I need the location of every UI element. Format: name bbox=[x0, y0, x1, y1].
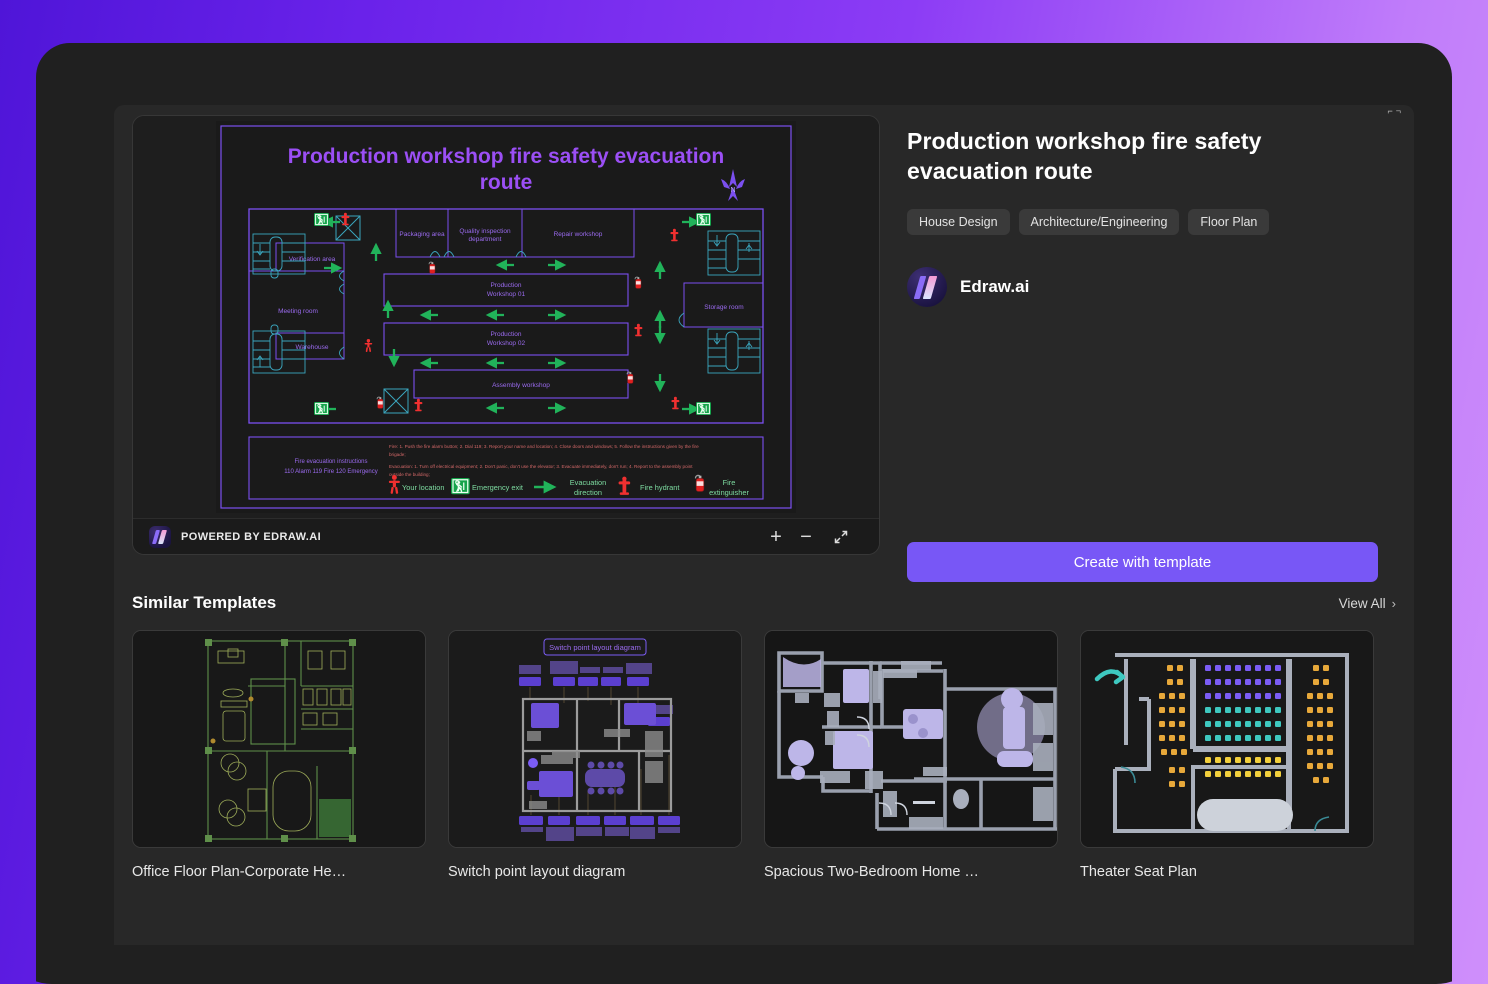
create-with-template-button[interactable]: Create with template bbox=[907, 542, 1378, 582]
author-name: Edraw.ai bbox=[960, 276, 1030, 296]
template-card-caption: Theater Seat Plan bbox=[1080, 864, 1197, 880]
similar-templates-grid: Office Floor Plan-Corporate He… Switch p… bbox=[132, 630, 1398, 880]
template-card-caption: Office Floor Plan-Corporate He… bbox=[132, 864, 347, 880]
svg-text:Verification area: Verification area bbox=[289, 256, 336, 263]
svg-text:Assembly workshop: Assembly workshop bbox=[492, 382, 550, 389]
svg-text:Production: Production bbox=[490, 331, 521, 338]
switch-point-layout-thumb: Switch point layout diagram bbox=[448, 630, 742, 848]
similar-templates-title: Similar Templates bbox=[132, 593, 277, 612]
svg-text:Fire hydrant: Fire hydrant bbox=[640, 483, 679, 492]
svg-text:Your location: Your location bbox=[402, 483, 444, 492]
tag-house-design[interactable]: House Design bbox=[907, 208, 1010, 235]
template-info: Production workshop fire safety evacuati… bbox=[907, 127, 1385, 307]
svg-text:brigade;: brigade; bbox=[389, 452, 406, 457]
svg-text:extinguisher: extinguisher bbox=[709, 488, 749, 497]
tag-architecture-engineering[interactable]: Architecture/Engineering bbox=[1018, 208, 1180, 235]
svg-text:Repair workshop: Repair workshop bbox=[554, 231, 603, 238]
svg-text:Packaging area: Packaging area bbox=[399, 231, 445, 238]
avatar bbox=[907, 266, 947, 307]
similar-templates-header: Similar Templates View All › bbox=[132, 593, 1396, 613]
template-card-caption: Spacious Two-Bedroom Home … bbox=[764, 864, 979, 880]
svg-text:Meeting room: Meeting room bbox=[278, 308, 318, 315]
tag-list: House Design Architecture/Engineering Fl… bbox=[907, 208, 1385, 235]
floor-plan-diagram: Production workshop fire safety evacuati… bbox=[216, 121, 796, 513]
svg-text:Emergency exit: Emergency exit bbox=[472, 483, 523, 492]
tag-floor-plan[interactable]: Floor Plan bbox=[1188, 208, 1270, 235]
zoom-in-button[interactable]: + bbox=[761, 527, 791, 547]
svg-text:Storage room: Storage room bbox=[704, 304, 743, 311]
diagram-canvas[interactable]: Production workshop fire safety evacuati… bbox=[133, 116, 879, 518]
svg-text:Production: Production bbox=[490, 282, 521, 289]
zoom-out-button[interactable]: − bbox=[791, 527, 821, 547]
view-all-label: View All bbox=[1338, 595, 1386, 611]
svg-text:Workshop 02: Workshop 02 bbox=[487, 340, 526, 347]
template-card[interactable]: Theater Seat Plan bbox=[1080, 630, 1374, 880]
svg-text:Evacuation: Evacuation bbox=[570, 478, 607, 487]
template-card[interactable]: Switch point layout diagram Switch point… bbox=[448, 630, 742, 880]
template-card[interactable]: Spacious Two-Bedroom Home … bbox=[764, 630, 1058, 880]
page-title: Production workshop fire safety evacuati… bbox=[907, 128, 1262, 184]
theater-seat-plan-thumb bbox=[1080, 630, 1374, 848]
two-bedroom-home-thumb bbox=[764, 630, 1058, 848]
edraw-logo-icon bbox=[149, 525, 171, 548]
svg-text:direction: direction bbox=[574, 488, 602, 497]
svg-text:Fire: 1. Push the fire alarm b: Fire: 1. Push the fire alarm button; 2. … bbox=[389, 444, 699, 449]
viewer-toolbar: POWERED BY EDRAW.AI + − bbox=[133, 518, 879, 554]
page-background: ⌐¬ Production workshop fire safety evacu… bbox=[0, 0, 1488, 984]
fullscreen-icon[interactable] bbox=[833, 529, 863, 545]
floor-plan-svg: Production workshop fire safety evacuati… bbox=[220, 125, 792, 509]
svg-text:Quality inspection: Quality inspection bbox=[459, 228, 511, 235]
svg-text:Fire: Fire bbox=[723, 478, 736, 487]
powered-by-label: POWERED BY EDRAW.AI bbox=[181, 530, 322, 543]
template-preview-card: Production workshop fire safety evacuati… bbox=[132, 115, 880, 555]
template-detail-section: Production workshop fire safety evacuati… bbox=[114, 105, 1414, 582]
svg-text:110 Alarm 119 Fire 120 Emergen: 110 Alarm 119 Fire 120 Emergency bbox=[284, 469, 378, 475]
svg-text:N: N bbox=[730, 187, 735, 194]
svg-text:Workshop 01: Workshop 01 bbox=[487, 291, 526, 298]
template-card[interactable]: Office Floor Plan-Corporate He… bbox=[132, 630, 426, 880]
view-all-link[interactable]: View All › bbox=[1339, 596, 1396, 611]
chevron-right-icon: › bbox=[1391, 595, 1396, 611]
template-card-caption: Switch point layout diagram bbox=[448, 864, 626, 880]
thumb-title: Switch point layout diagram bbox=[549, 643, 641, 652]
content-panel: ⌐¬ Production workshop fire safety evacu… bbox=[114, 105, 1414, 945]
author-row[interactable]: Edraw.ai bbox=[907, 266, 1385, 307]
svg-text:department: department bbox=[469, 236, 502, 243]
svg-text:Fire evacuation instructions: Fire evacuation instructions bbox=[294, 459, 367, 465]
svg-text:Evacuation: 1. Turn off electr: Evacuation: 1. Turn off electrical equip… bbox=[389, 464, 693, 469]
office-floor-plan-thumb bbox=[132, 630, 426, 848]
svg-text:Production workshop fire safet: Production workshop fire safety evacuati… bbox=[288, 145, 724, 168]
app-window: ⌐¬ Production workshop fire safety evacu… bbox=[36, 43, 1452, 984]
svg-text:route: route bbox=[480, 171, 533, 194]
